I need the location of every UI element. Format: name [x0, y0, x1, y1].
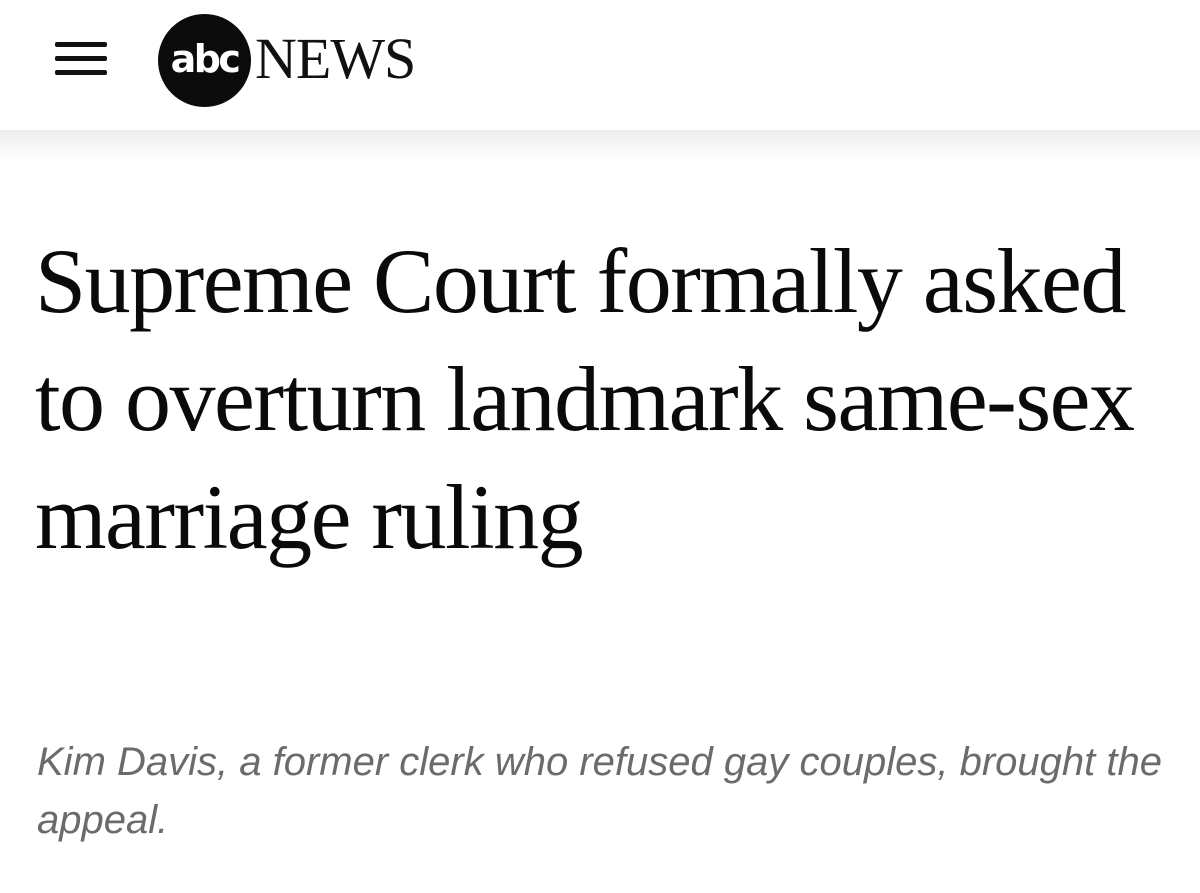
hamburger-menu-icon-bar [55, 70, 107, 75]
menu-button[interactable] [52, 37, 110, 81]
abc-logo-mark: abc [170, 37, 241, 81]
article-headline: Supreme Court formally asked to overturn… [35, 230, 1135, 568]
header-shadow [0, 130, 1200, 164]
hamburger-menu-icon [55, 42, 107, 47]
hamburger-menu-icon-bar [55, 56, 107, 61]
abc-news-logo[interactable]: abc NEWS [158, 14, 468, 108]
news-wordmark: NEWS [255, 26, 416, 91]
article-subheadline: Kim Davis, a former clerk who refused ga… [37, 740, 1162, 842]
site-header: abc NEWS [0, 0, 1200, 130]
